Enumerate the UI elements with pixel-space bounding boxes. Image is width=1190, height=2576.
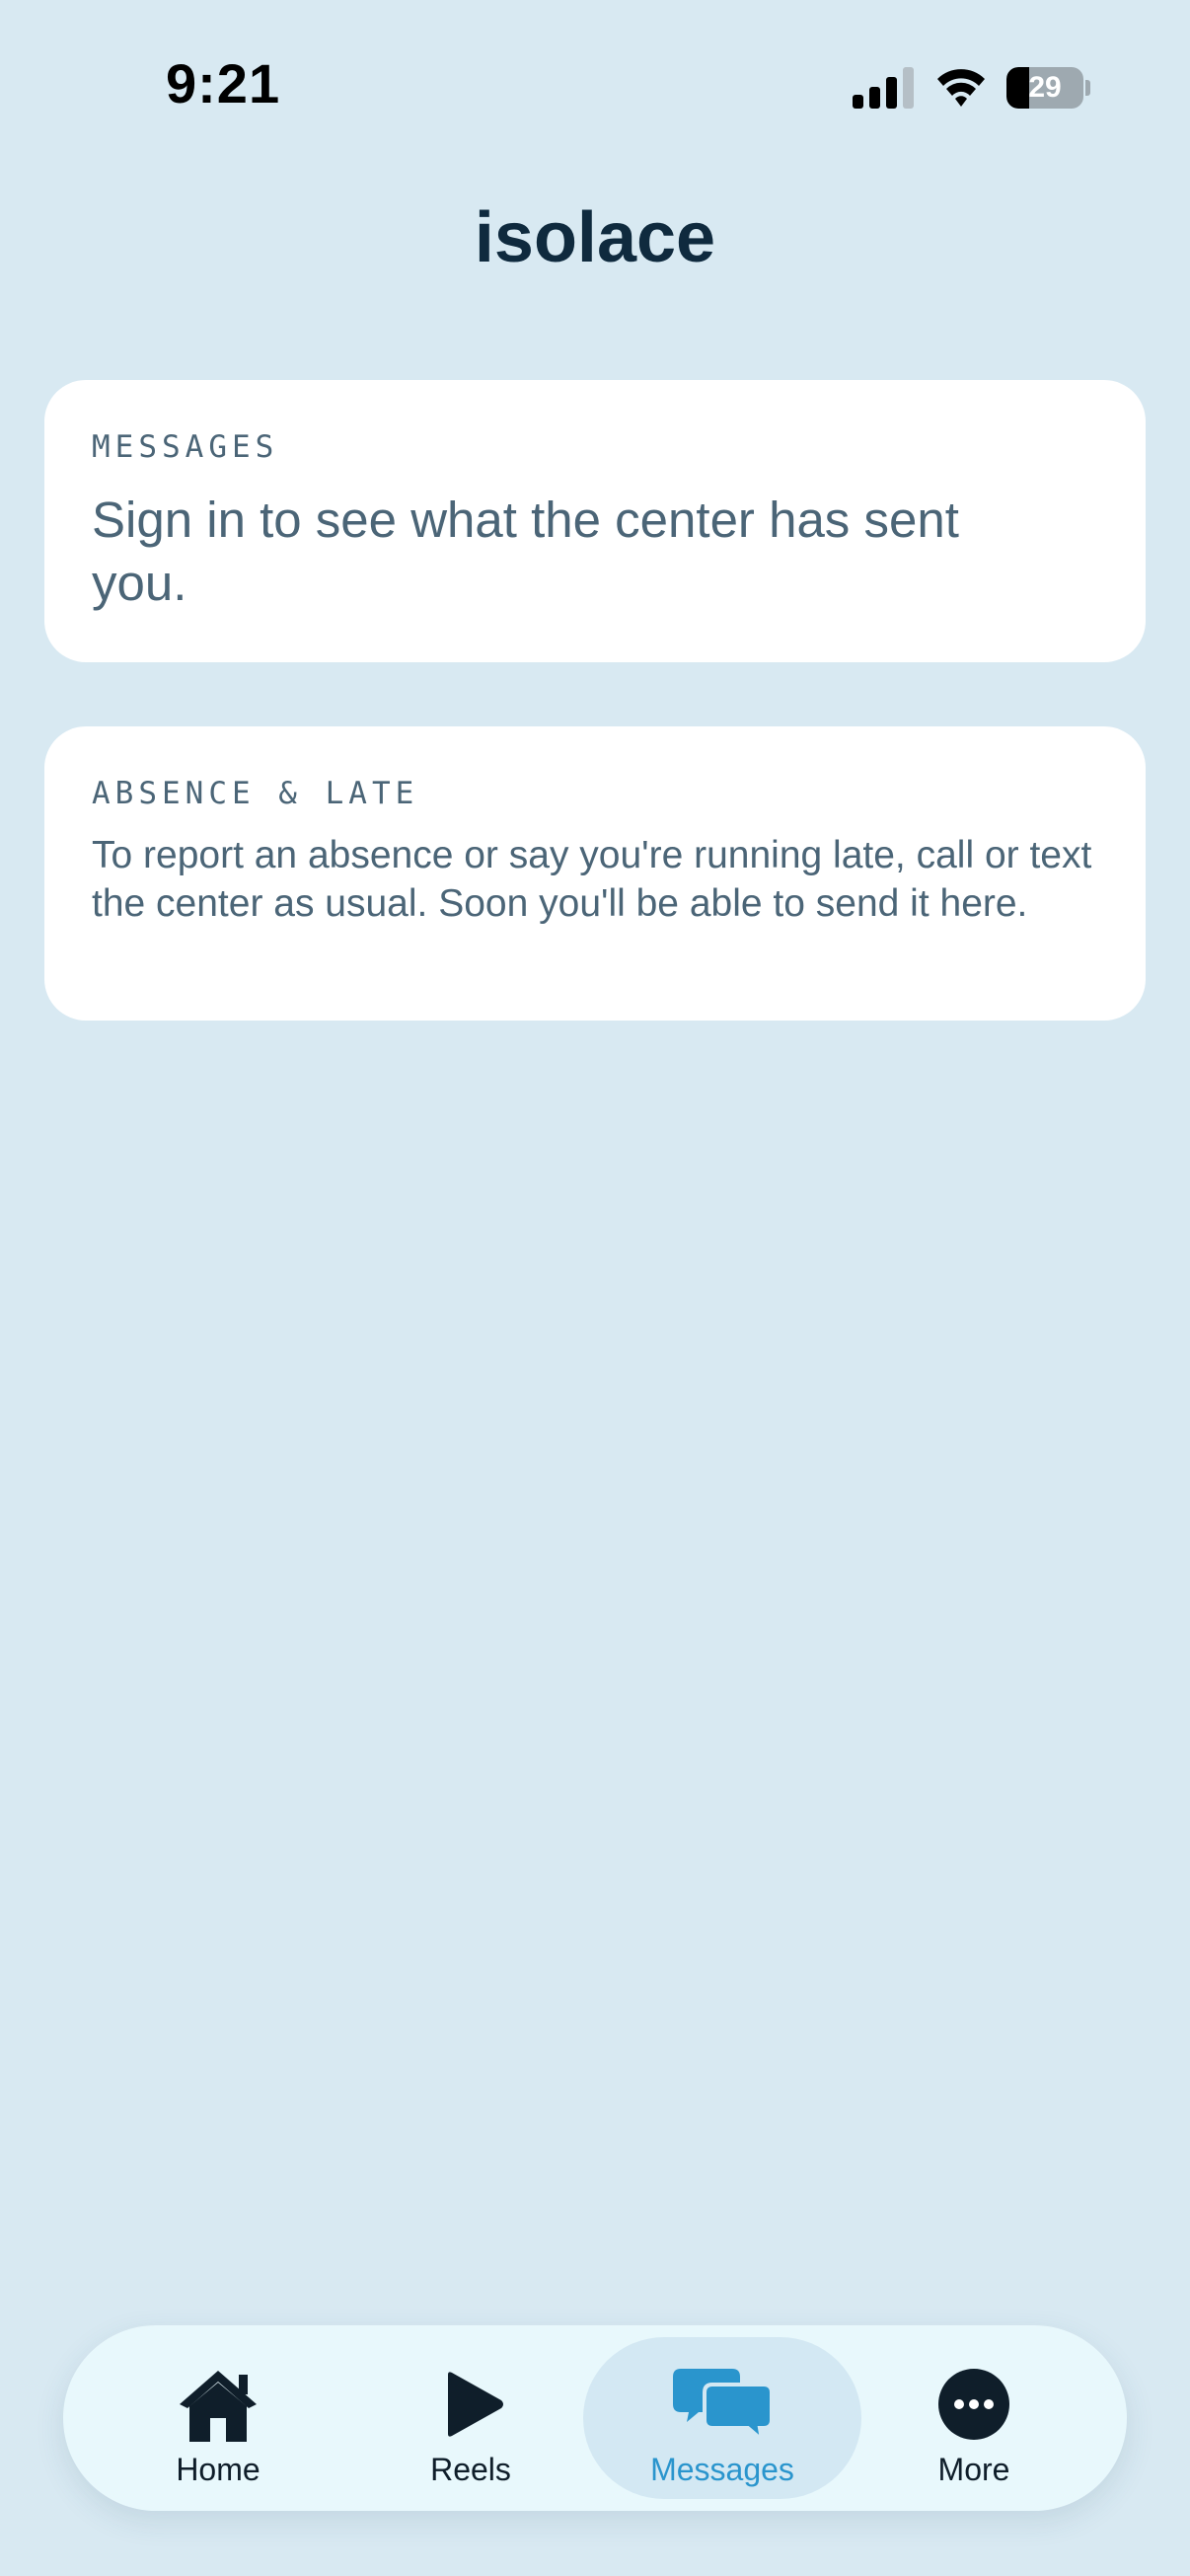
messages-card-label: MESSAGES	[92, 429, 279, 465]
tab-home[interactable]: Home	[79, 2337, 357, 2499]
battery-tip	[1085, 80, 1090, 96]
battery-indicator: 29	[1006, 67, 1090, 109]
tab-more[interactable]: More	[835, 2337, 1113, 2499]
more-dots-icon	[938, 2369, 1009, 2440]
messages-card: MESSAGES Sign in to see what the center …	[44, 380, 1146, 662]
tab-home-label: Home	[176, 2452, 260, 2487]
absence-late-card: ABSENCE & LATE To report an absence or s…	[44, 726, 1146, 1021]
play-icon	[448, 2372, 503, 2437]
tab-more-label: More	[937, 2452, 1010, 2487]
messages-card-body: Sign in to see what the center has sent …	[92, 492, 959, 611]
status-time: 9:21	[166, 52, 281, 114]
cellular-signal-icon	[853, 67, 914, 109]
tab-messages[interactable]: Messages	[583, 2337, 861, 2499]
status-bar: 9:21 29	[0, 0, 1190, 178]
wifi-icon	[937, 69, 985, 107]
home-icon	[180, 2371, 257, 2442]
battery-level: 29	[1028, 71, 1062, 104]
absence-late-card-label: ABSENCE & LATE	[92, 776, 419, 811]
tab-messages-label: Messages	[650, 2452, 794, 2487]
tab-reels[interactable]: Reels	[332, 2337, 610, 2499]
chat-bubbles-icon	[673, 2369, 772, 2444]
bottom-tab-bar: Home Reels Messages More	[63, 2325, 1127, 2511]
tab-reels-label: Reels	[430, 2452, 511, 2487]
battery-body: 29	[1006, 67, 1083, 109]
app-title: isolace	[474, 198, 716, 277]
absence-late-card-body: To report an absence or say you're runni…	[92, 834, 1092, 925]
